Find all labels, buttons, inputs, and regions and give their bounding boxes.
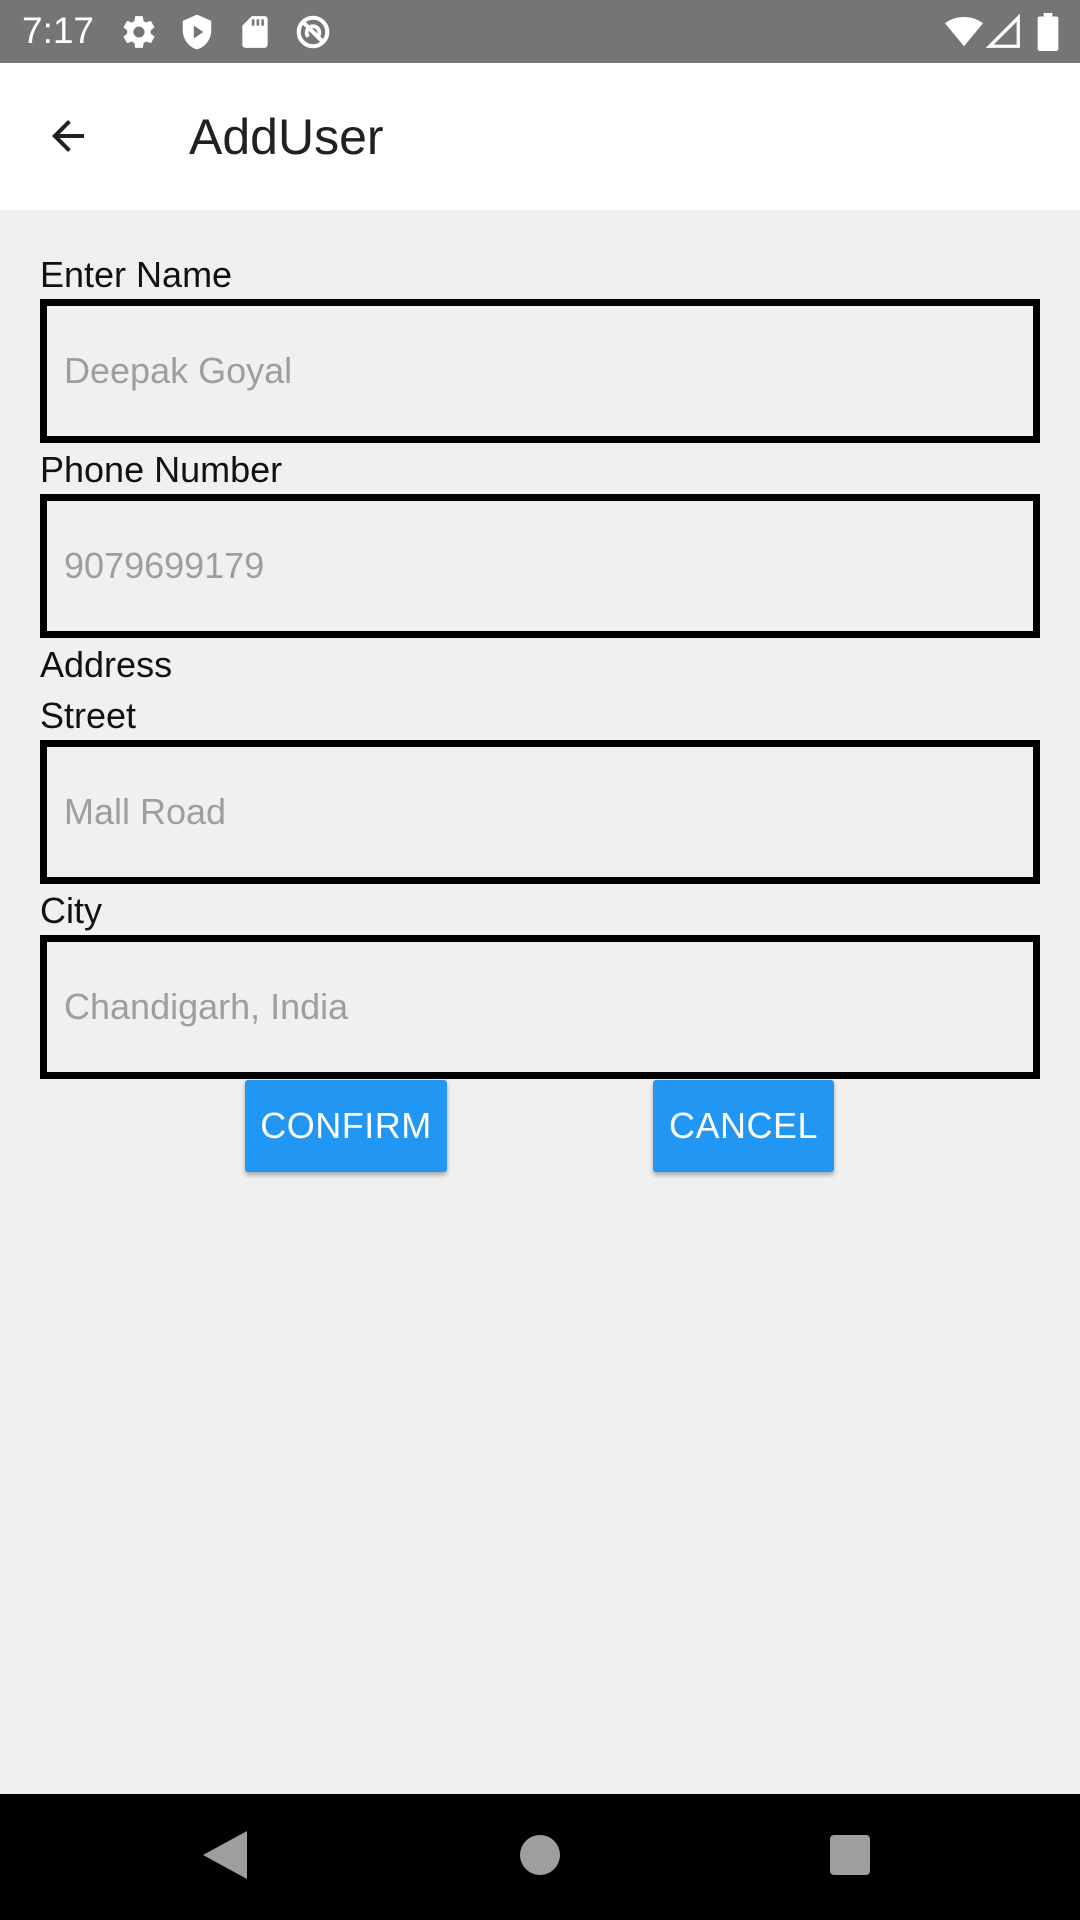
name-label: Enter Name <box>40 254 233 295</box>
street-label: Street <box>40 695 137 736</box>
city-field[interactable]: Chandigarh, India <box>40 935 1040 1079</box>
status-time: 7:17 <box>22 10 95 51</box>
wifi-icon <box>944 13 983 51</box>
name-value: Deepak Goyal <box>64 350 293 391</box>
address-label: Address <box>40 644 173 685</box>
street-field[interactable]: Mall Road <box>40 740 1040 884</box>
home-circle-icon <box>520 1834 560 1880</box>
nav-back-button[interactable] <box>192 1824 258 1890</box>
cancel-button[interactable]: CANCEL <box>653 1080 834 1172</box>
street-value: Mall Road <box>64 791 227 832</box>
sd-card-icon <box>236 13 274 51</box>
page-title: AddUser <box>189 109 384 165</box>
status-bar: 7:17 <box>0 0 1080 63</box>
no-sync-icon <box>294 13 332 51</box>
app-bar: AddUser <box>0 63 1080 210</box>
phone-field[interactable]: 9079699179 <box>40 494 1040 638</box>
settings-icon <box>120 13 158 51</box>
nav-recents-button[interactable] <box>817 1824 883 1890</box>
arrow-left-icon <box>44 112 92 165</box>
confirm-button[interactable]: CONFIRM <box>245 1080 447 1172</box>
phone-value: 9079699179 <box>64 545 265 586</box>
signal-icon <box>985 13 1024 51</box>
nav-bar <box>0 1794 1080 1920</box>
recents-square-icon <box>830 1834 870 1880</box>
city-label: City <box>40 890 102 931</box>
nav-home-button[interactable] <box>507 1824 573 1890</box>
battery-icon <box>1036 13 1060 52</box>
shield-icon <box>178 13 216 51</box>
city-value: Chandigarh, India <box>64 986 349 1027</box>
back-button[interactable] <box>28 103 108 173</box>
back-triangle-icon <box>203 1830 247 1884</box>
phone-label: Phone Number <box>40 449 283 490</box>
name-field[interactable]: Deepak Goyal <box>40 299 1040 443</box>
